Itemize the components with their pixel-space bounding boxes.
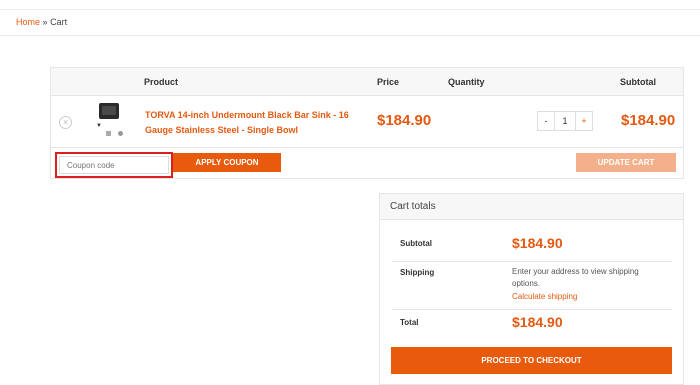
cart-totals-panel: Cart totals Subtotal $184.90 Shipping En… [379,193,684,385]
header-divider [0,0,700,10]
quantity-minus-button[interactable]: - [537,111,555,131]
item-subtotal: $184.90 [621,112,676,129]
coupon-code-input[interactable] [59,156,169,174]
thumb-dot-round [118,131,123,136]
shipping-info-text: Enter your address to view shipping opti… [512,267,639,288]
cart-table-header: Product Price Quantity Subtotal [51,68,683,96]
product-thumbnail[interactable]: ▼ [96,103,123,137]
item-price: $184.90 [377,112,432,129]
thumb-dot-square [106,131,111,136]
breadcrumb: Home » Cart [16,17,67,27]
totals-total-label: Total [400,318,419,327]
header-product: Product [144,77,179,87]
totals-subtotal-value: $184.90 [512,235,563,251]
content-divider [0,35,700,36]
totals-total-value: $184.90 [512,314,563,330]
header-price: Price [377,77,400,87]
apply-coupon-button[interactable]: APPLY COUPON [173,153,281,172]
breadcrumb-separator: » [42,17,48,27]
arrow-down-icon: ▼ [96,123,102,129]
coupon-highlight [55,152,173,178]
header-quantity: Quantity [448,77,485,87]
quantity-input[interactable]: 1 [555,111,575,131]
cart-item-row: × ▼ TORVA 14-inch Undermount Black Bar S… [51,96,683,148]
totals-shipping-row: Shipping Enter your address to view ship… [392,262,672,310]
header-subtotal: Subtotal [620,77,656,87]
totals-subtotal-row: Subtotal $184.90 [392,230,672,262]
remove-item-icon[interactable]: × [59,116,72,129]
cart-table: Product Price Quantity Subtotal × ▼ TORV… [50,67,684,179]
calculate-shipping-link[interactable]: Calculate shipping [512,292,577,301]
breadcrumb-current: Cart [50,17,68,27]
proceed-to-checkout-button[interactable]: PROCEED TO CHECKOUT [391,347,672,374]
update-cart-button[interactable]: UPDATE CART [576,153,676,172]
cart-totals-title: Cart totals [380,194,683,220]
totals-shipping-label: Shipping [400,268,435,277]
totals-subtotal-label: Subtotal [400,239,432,248]
totals-total-row: Total $184.90 [392,310,672,338]
breadcrumb-home-link[interactable]: Home [16,17,40,27]
quantity-stepper: - 1 + [537,111,593,131]
sink-image [99,103,119,119]
product-name-link[interactable]: TORVA 14-inch Undermount Black Bar Sink … [145,108,375,138]
quantity-plus-button[interactable]: + [575,111,593,131]
